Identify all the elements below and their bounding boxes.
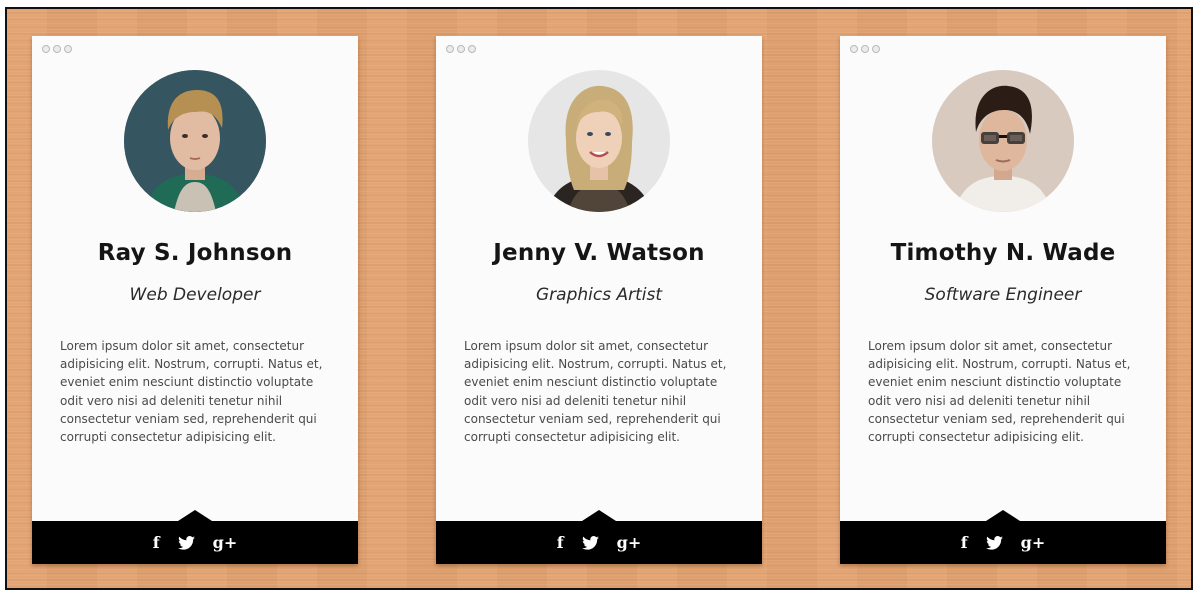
person-bio: Lorem ipsum dolor sit amet, consectetur … [868,339,1131,445]
profile-card: Jenny V. Watson Graphics Artist Lorem ip… [436,36,762,564]
footer-notch [986,510,1020,521]
person-role: Software Engineer [924,285,1082,305]
person-name: Timothy N. Wade [890,240,1116,266]
window-dot-icon [53,45,61,53]
person-name: Ray S. Johnson [97,240,293,266]
avatar [124,70,266,212]
window-dots [446,45,476,53]
window-dot-icon [468,45,476,53]
google-plus-icon[interactable]: g+ [1021,534,1046,551]
footer-notch [582,510,616,521]
wood-background: Ray S. Johnson Web Developer Lorem ipsum… [5,7,1193,590]
profile-card: Timothy N. Wade Software Engineer Lorem … [840,36,1166,564]
window-dot-icon [457,45,465,53]
avatar [932,70,1074,212]
social-links: f g+ [32,521,358,564]
footer-notch [178,510,212,521]
window-dot-icon [850,45,858,53]
profile-card: Ray S. Johnson Web Developer Lorem ipsum… [32,36,358,564]
window-dot-icon [446,45,454,53]
person-bio: Lorem ipsum dolor sit amet, consectetur … [60,339,323,445]
facebook-icon[interactable]: f [961,534,968,551]
window-dot-icon [872,45,880,53]
twitter-icon[interactable] [985,535,1003,550]
google-plus-icon[interactable]: g+ [213,534,238,551]
window-dot-icon [42,45,50,53]
window-dots [42,45,72,53]
facebook-icon[interactable]: f [557,534,564,551]
window-dots [850,45,880,53]
social-links: f g+ [436,521,762,564]
social-footer: f g+ [32,510,358,564]
window-dot-icon [64,45,72,53]
person-role: Web Developer [129,285,261,305]
avatar [528,70,670,212]
twitter-icon[interactable] [581,535,599,550]
social-links: f g+ [840,521,1166,564]
person-role: Graphics Artist [535,285,662,305]
google-plus-icon[interactable]: g+ [617,534,642,551]
window-dot-icon [861,45,869,53]
facebook-icon[interactable]: f [153,534,160,551]
person-name: Jenny V. Watson [493,240,705,266]
social-footer: f g+ [840,510,1166,564]
person-bio: Lorem ipsum dolor sit amet, consectetur … [464,339,727,445]
twitter-icon[interactable] [177,535,195,550]
social-footer: f g+ [436,510,762,564]
